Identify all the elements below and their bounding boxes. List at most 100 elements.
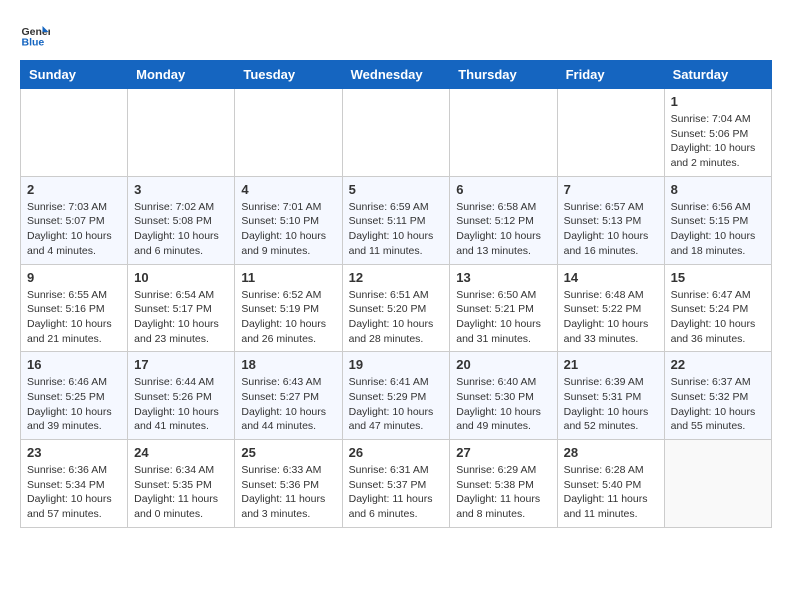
day-info: Sunrise: 6:59 AM Sunset: 5:11 PM Dayligh…: [349, 200, 444, 259]
day-number: 2: [27, 182, 121, 197]
day-cell: 12 Sunrise: 6:51 AM Sunset: 5:20 PM Dayli…: [342, 264, 450, 352]
day-cell: 17Sunrise: 6:44 AM Sunset: 5:26 PM Dayli…: [128, 352, 235, 440]
day-cell: 26 Sunrise: 6:31 AM Sunset: 5:37 PM Dayli…: [342, 440, 450, 528]
week-row-5: 23 Sunrise: 6:36 AM Sunset: 5:34 PM Dayli…: [21, 440, 772, 528]
day-number: 11: [241, 270, 335, 285]
day-cell: 3 Sunrise: 7:02 AM Sunset: 5:08 PM Daylig…: [128, 176, 235, 264]
weekday-friday: Friday: [557, 61, 664, 89]
day-cell: 5 Sunrise: 6:59 AM Sunset: 5:11 PM Daylig…: [342, 176, 450, 264]
day-cell: [342, 89, 450, 177]
day-info: Sunrise: 6:55 AM Sunset: 5:16 PM Dayligh…: [27, 288, 121, 347]
day-info: Sunrise: 6:29 AM Sunset: 5:38 PM Dayligh…: [456, 463, 550, 522]
weekday-tuesday: Tuesday: [235, 61, 342, 89]
day-info: Sunrise: 6:50 AM Sunset: 5:21 PM Dayligh…: [456, 288, 550, 347]
day-cell: 21 Sunrise: 6:39 AM Sunset: 5:31 PM Dayli…: [557, 352, 664, 440]
day-cell: 28 Sunrise: 6:28 AM Sunset: 5:40 PM Dayli…: [557, 440, 664, 528]
day-cell: 22 Sunrise: 6:37 AM Sunset: 5:32 PM Dayli…: [664, 352, 771, 440]
day-number: 28: [564, 445, 658, 460]
day-cell: 24Sunrise: 6:34 AM Sunset: 5:35 PM Dayli…: [128, 440, 235, 528]
day-number: 14: [564, 270, 658, 285]
day-number: 7: [564, 182, 658, 197]
day-cell: 23 Sunrise: 6:36 AM Sunset: 5:34 PM Dayli…: [21, 440, 128, 528]
day-number: 1: [671, 94, 765, 109]
weekday-wednesday: Wednesday: [342, 61, 450, 89]
day-info: Sunrise: 6:44 AM Sunset: 5:26 PM Dayligh…: [134, 375, 228, 434]
day-info: Sunrise: 6:51 AM Sunset: 5:20 PM Dayligh…: [349, 288, 444, 347]
day-number: 3: [134, 182, 228, 197]
day-cell: [128, 89, 235, 177]
day-info: Sunrise: 6:41 AM Sunset: 5:29 PM Dayligh…: [349, 375, 444, 434]
day-cell: 19 Sunrise: 6:41 AM Sunset: 5:29 PM Dayli…: [342, 352, 450, 440]
day-cell: 13 Sunrise: 6:50 AM Sunset: 5:21 PM Dayli…: [450, 264, 557, 352]
day-info: Sunrise: 6:47 AM Sunset: 5:24 PM Dayligh…: [671, 288, 765, 347]
day-cell: 10 Sunrise: 6:54 AM Sunset: 5:17 PM Dayli…: [128, 264, 235, 352]
day-number: 26: [349, 445, 444, 460]
day-cell: 11 Sunrise: 6:52 AM Sunset: 5:19 PM Dayli…: [235, 264, 342, 352]
day-cell: 25 Sunrise: 6:33 AM Sunset: 5:36 PM Dayli…: [235, 440, 342, 528]
day-cell: [21, 89, 128, 177]
week-row-2: 2 Sunrise: 7:03 AM Sunset: 5:07 PM Daylig…: [21, 176, 772, 264]
day-info: Sunrise: 6:40 AM Sunset: 5:30 PM Dayligh…: [456, 375, 550, 434]
day-cell: 14 Sunrise: 6:48 AM Sunset: 5:22 PM Dayli…: [557, 264, 664, 352]
day-cell: 2 Sunrise: 7:03 AM Sunset: 5:07 PM Daylig…: [21, 176, 128, 264]
weekday-monday: Monday: [128, 61, 235, 89]
day-info: Sunrise: 6:33 AM Sunset: 5:36 PM Dayligh…: [241, 463, 335, 522]
day-info: Sunrise: 6:31 AM Sunset: 5:37 PM Dayligh…: [349, 463, 444, 522]
weekday-sunday: Sunday: [21, 61, 128, 89]
day-cell: 7Sunrise: 6:57 AM Sunset: 5:13 PM Daylig…: [557, 176, 664, 264]
day-number: 20: [456, 357, 550, 372]
day-info: Sunrise: 7:01 AM Sunset: 5:10 PM Dayligh…: [241, 200, 335, 259]
day-cell: 6Sunrise: 6:58 AM Sunset: 5:12 PM Daylig…: [450, 176, 557, 264]
day-info: Sunrise: 6:54 AM Sunset: 5:17 PM Dayligh…: [134, 288, 228, 347]
day-info: Sunrise: 6:58 AM Sunset: 5:12 PM Dayligh…: [456, 200, 550, 259]
logo-icon: General Blue: [20, 20, 50, 50]
day-number: 12: [349, 270, 444, 285]
day-info: Sunrise: 6:48 AM Sunset: 5:22 PM Dayligh…: [564, 288, 658, 347]
week-row-4: 16Sunrise: 6:46 AM Sunset: 5:25 PM Dayli…: [21, 352, 772, 440]
day-cell: 15 Sunrise: 6:47 AM Sunset: 5:24 PM Dayli…: [664, 264, 771, 352]
day-number: 22: [671, 357, 765, 372]
day-info: Sunrise: 6:36 AM Sunset: 5:34 PM Dayligh…: [27, 463, 121, 522]
day-cell: [664, 440, 771, 528]
day-cell: 4 Sunrise: 7:01 AM Sunset: 5:10 PM Daylig…: [235, 176, 342, 264]
day-cell: 8Sunrise: 6:56 AM Sunset: 5:15 PM Daylig…: [664, 176, 771, 264]
day-info: Sunrise: 6:52 AM Sunset: 5:19 PM Dayligh…: [241, 288, 335, 347]
day-cell: 1 Sunrise: 7:04 AM Sunset: 5:06 PM Daylig…: [664, 89, 771, 177]
weekday-thursday: Thursday: [450, 61, 557, 89]
day-number: 23: [27, 445, 121, 460]
calendar-table: SundayMondayTuesdayWednesdayThursdayFrid…: [20, 60, 772, 528]
day-cell: 16Sunrise: 6:46 AM Sunset: 5:25 PM Dayli…: [21, 352, 128, 440]
day-number: 8: [671, 182, 765, 197]
day-number: 13: [456, 270, 550, 285]
day-info: Sunrise: 7:02 AM Sunset: 5:08 PM Dayligh…: [134, 200, 228, 259]
day-number: 15: [671, 270, 765, 285]
day-info: Sunrise: 7:04 AM Sunset: 5:06 PM Dayligh…: [671, 112, 765, 171]
day-info: Sunrise: 7:03 AM Sunset: 5:07 PM Dayligh…: [27, 200, 121, 259]
day-cell: 18Sunrise: 6:43 AM Sunset: 5:27 PM Dayli…: [235, 352, 342, 440]
day-info: Sunrise: 6:39 AM Sunset: 5:31 PM Dayligh…: [564, 375, 658, 434]
day-number: 5: [349, 182, 444, 197]
calendar-header: SundayMondayTuesdayWednesdayThursdayFrid…: [21, 61, 772, 89]
logo: General Blue: [20, 20, 54, 50]
day-cell: [557, 89, 664, 177]
day-info: Sunrise: 6:46 AM Sunset: 5:25 PM Dayligh…: [27, 375, 121, 434]
day-number: 24: [134, 445, 228, 460]
day-number: 21: [564, 357, 658, 372]
day-cell: 9 Sunrise: 6:55 AM Sunset: 5:16 PM Daylig…: [21, 264, 128, 352]
day-cell: 20 Sunrise: 6:40 AM Sunset: 5:30 PM Dayli…: [450, 352, 557, 440]
weekday-header-row: SundayMondayTuesdayWednesdayThursdayFrid…: [21, 61, 772, 89]
day-info: Sunrise: 6:37 AM Sunset: 5:32 PM Dayligh…: [671, 375, 765, 434]
day-number: 27: [456, 445, 550, 460]
day-number: 4: [241, 182, 335, 197]
week-row-3: 9 Sunrise: 6:55 AM Sunset: 5:16 PM Daylig…: [21, 264, 772, 352]
day-number: 10: [134, 270, 228, 285]
day-info: Sunrise: 6:28 AM Sunset: 5:40 PM Dayligh…: [564, 463, 658, 522]
day-number: 9: [27, 270, 121, 285]
day-number: 25: [241, 445, 335, 460]
day-number: 19: [349, 357, 444, 372]
day-cell: [235, 89, 342, 177]
day-cell: 27 Sunrise: 6:29 AM Sunset: 5:38 PM Dayli…: [450, 440, 557, 528]
day-info: Sunrise: 6:43 AM Sunset: 5:27 PM Dayligh…: [241, 375, 335, 434]
week-row-1: 1 Sunrise: 7:04 AM Sunset: 5:06 PM Daylig…: [21, 89, 772, 177]
svg-text:Blue: Blue: [22, 37, 45, 49]
